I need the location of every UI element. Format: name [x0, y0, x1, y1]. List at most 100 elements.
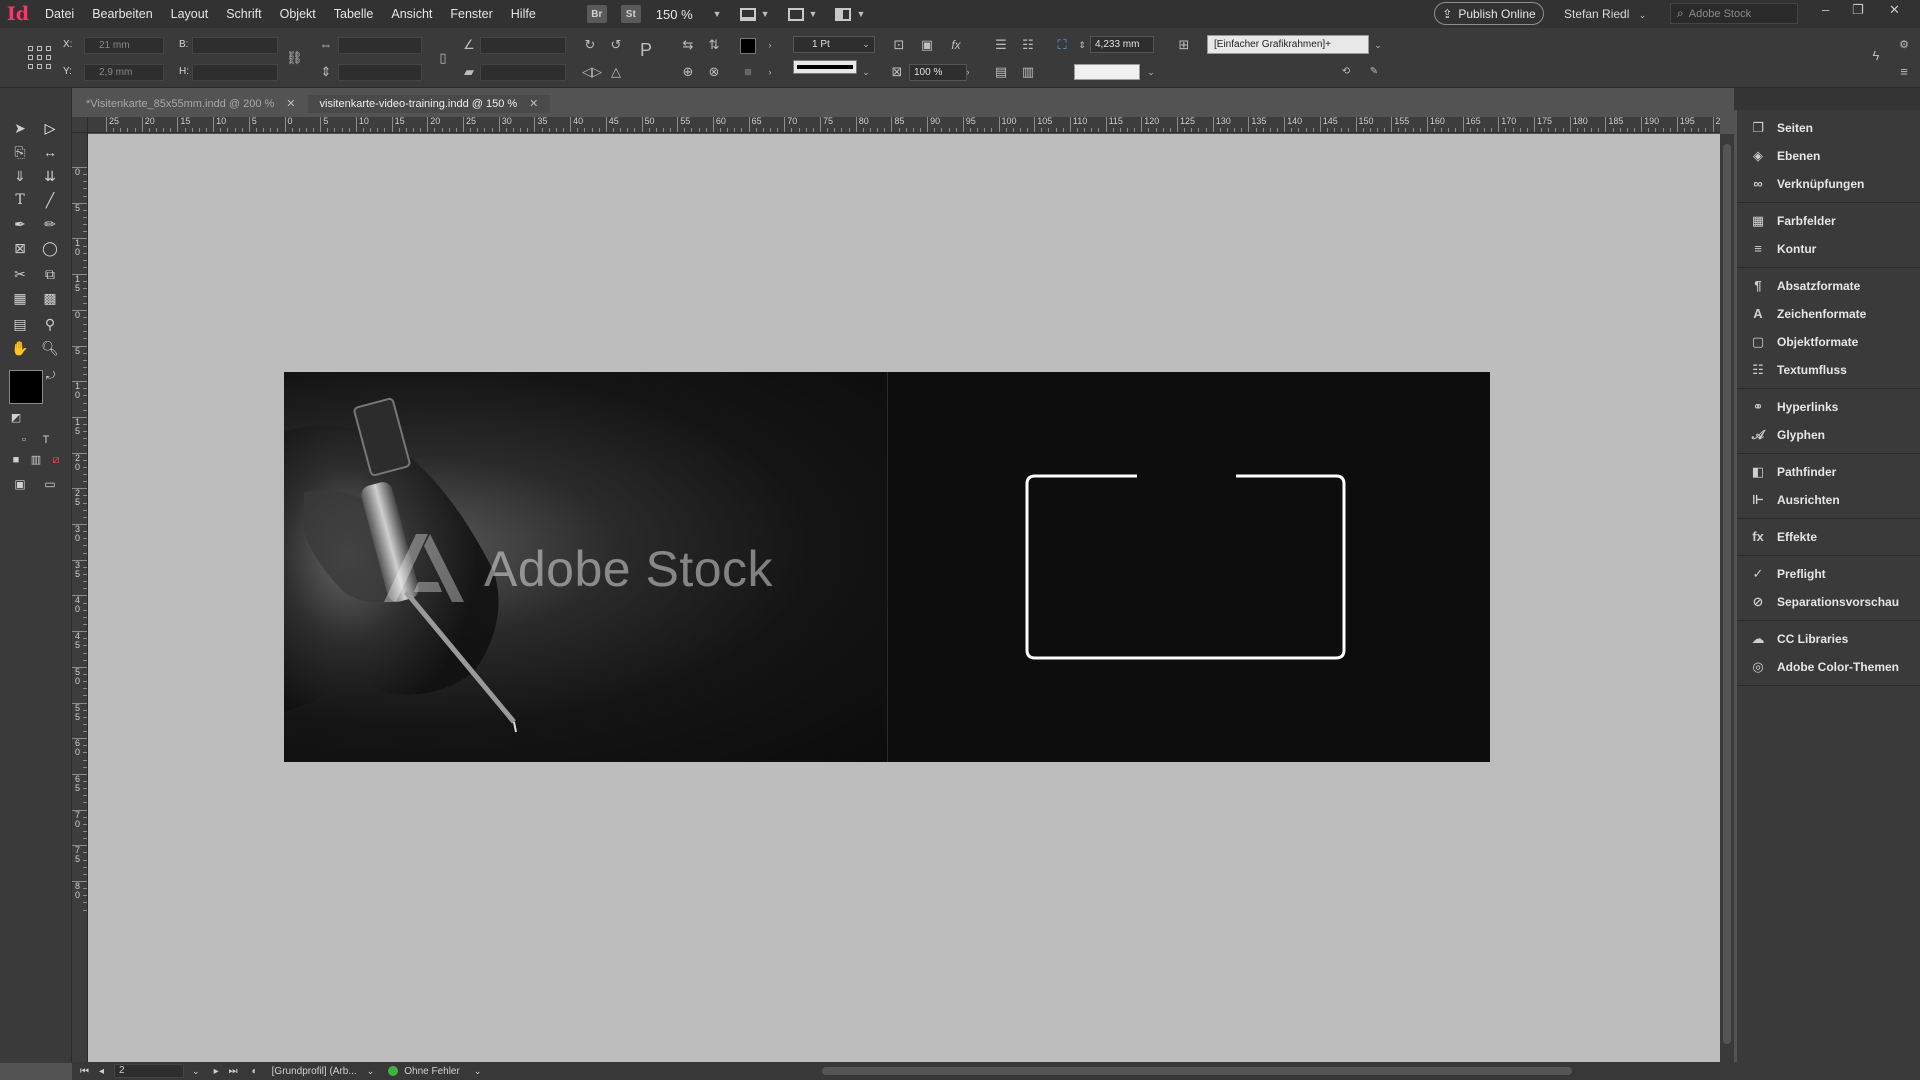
chevron-down-icon[interactable]: ⌄	[192, 1066, 200, 1077]
user-account-menu[interactable]: Stefan Riedl ⌄	[1564, 0, 1646, 29]
fit-frame-icon[interactable]: ⊡	[891, 37, 907, 53]
gap-field[interactable]: 4,233 mm	[1090, 36, 1154, 53]
page-tool-icon[interactable]: ⎘	[10, 142, 30, 162]
flip-h-icon[interactable]: ◁▷	[582, 64, 602, 80]
close-tab-icon[interactable]: ✕	[529, 95, 538, 113]
bridge-button[interactable]: Br	[586, 5, 607, 23]
select-content-icon[interactable]: ⊗	[706, 64, 722, 80]
panel-effekte[interactable]: fx Effekte	[1737, 523, 1920, 551]
menu-layout[interactable]: Layout	[162, 0, 218, 28]
constrain-proportions-icon[interactable]: ⛓	[286, 50, 303, 66]
object-style-dropdown[interactable]: [Einfacher Grafikrahmen]+	[1207, 35, 1369, 54]
settings-icon[interactable]: ⚙	[1896, 37, 1912, 53]
flip-v-icon[interactable]: △	[608, 64, 624, 80]
align-top-icon[interactable]: ▤	[993, 64, 1009, 80]
apply-gradient-icon[interactable]: ▥	[26, 450, 46, 470]
rotation-field[interactable]	[480, 37, 566, 54]
content-placer-icon[interactable]: ⇊	[40, 166, 60, 186]
text-wrap-box-icon[interactable]: ☷	[1020, 37, 1036, 53]
menu-tabelle[interactable]: Tabelle	[325, 0, 383, 28]
line-tool-icon[interactable]: ╱	[40, 190, 60, 210]
gradient-swatch-tool-icon[interactable]: ▦	[10, 288, 30, 308]
panel-preflight[interactable]: ✓ Preflight	[1737, 560, 1920, 588]
reference-point-selector[interactable]	[28, 46, 52, 70]
last-page-icon[interactable]: ⏭	[229, 1066, 238, 1077]
rotate-cw-icon[interactable]: ↻	[582, 37, 598, 53]
panel-farbfelder[interactable]: ▦ Farbfelder	[1737, 207, 1920, 235]
flip-vertical-icon[interactable]: ⇅	[706, 37, 722, 53]
ref-point[interactable]	[37, 64, 42, 69]
panel-glyphen[interactable]: 𝒜 Glyphen	[1737, 421, 1920, 449]
ref-point[interactable]	[46, 55, 51, 60]
horizontal-scrollbar[interactable]	[822, 1067, 1572, 1075]
swap-fill-stroke-icon[interactable]: ⤾	[46, 370, 55, 383]
fill-color-swatch[interactable]	[740, 38, 756, 54]
close-window-button[interactable]: ✕	[1889, 0, 1900, 20]
free-transform-tool-icon[interactable]: ⧉	[40, 264, 60, 284]
chevron-right-icon[interactable]: ›	[762, 37, 778, 53]
stepper-icon[interactable]: ⇕	[1074, 37, 1090, 53]
fill-swatch[interactable]	[9, 370, 43, 404]
direct-selection-tool-icon[interactable]: ▷	[40, 118, 60, 138]
eyedropper-tool-icon[interactable]: ⚲	[40, 314, 60, 334]
zoom-tool-icon[interactable]: 🔍︎	[40, 338, 60, 358]
panel-seiten[interactable]: ❐ Seiten	[1737, 114, 1920, 142]
panel-absatzformate[interactable]: ¶ Absatzformate	[1737, 272, 1920, 300]
pen-tool-icon[interactable]: ✒	[10, 214, 30, 234]
panel-verknüpfungen[interactable]: ∞ Verknüpfungen	[1737, 170, 1920, 198]
next-page-icon[interactable]: ▸	[214, 1066, 219, 1077]
previous-page-icon[interactable]: ◂	[99, 1066, 104, 1077]
gap-tool-icon[interactable]: ↔	[40, 142, 60, 162]
constrain-scale-icon[interactable]: ▯	[435, 50, 451, 66]
note-tool-icon[interactable]: ▤	[10, 314, 30, 334]
vertical-scrollbar[interactable]	[1720, 134, 1734, 1062]
panel-cc-libraries[interactable]: ☁ CC Libraries	[1737, 625, 1920, 653]
business-card-spread[interactable]: Adobe Stock	[284, 372, 1490, 762]
formatting-text-icon[interactable]: T	[36, 430, 56, 450]
type-tool-icon[interactable]: T	[10, 190, 30, 210]
panel-separationsvorschau[interactable]: ⊘ Separationsvorschau	[1737, 588, 1920, 616]
panel-hyperlinks[interactable]: ⚭ Hyperlinks	[1737, 393, 1920, 421]
preflight-profile[interactable]: [Grundprofil] (Arb...	[272, 1066, 357, 1077]
page-number-field[interactable]: 2	[114, 1064, 185, 1078]
height-field[interactable]	[192, 64, 278, 81]
apply-none-icon[interactable]: ⧄	[46, 450, 66, 470]
scale-y-field[interactable]	[338, 64, 422, 81]
auto-fit-icon[interactable]: ⛶	[1054, 37, 1070, 53]
fx-icon[interactable]: fx	[948, 37, 964, 53]
first-page-icon[interactable]: ⏮	[80, 1066, 89, 1077]
adobe-stock-search-input[interactable]: ⌕ Adobe Stock	[1670, 3, 1798, 24]
tab-visitenkarte-video-training[interactable]: visitenkarte-video-training.indd @ 150 %…	[307, 95, 551, 113]
clear-overrides-icon[interactable]: ⟲	[1338, 64, 1354, 80]
ruler-origin[interactable]	[72, 117, 88, 133]
select-container-icon[interactable]: ⊕	[680, 64, 696, 80]
text-wrap-none-icon[interactable]: ☰	[993, 37, 1009, 53]
chevron-down-icon[interactable]: ⌄	[1370, 37, 1386, 53]
ref-point[interactable]	[46, 64, 51, 69]
gradient-feather-tool-icon[interactable]: ▩	[40, 288, 60, 308]
panel-dock-header[interactable]	[1734, 88, 1920, 110]
opacity-field[interactable]: 100 %	[909, 64, 967, 81]
fill-stroke-swatches[interactable]	[9, 370, 47, 408]
stroke-color-swatch[interactable]: ■	[740, 64, 756, 80]
menu-fenster[interactable]: Fenster	[441, 0, 501, 28]
restore-button[interactable]: ❐	[1852, 0, 1864, 20]
menu-bearbeiten[interactable]: Bearbeiten	[83, 0, 161, 28]
scale-x-field[interactable]	[338, 37, 422, 54]
menu-hilfe[interactable]: Hilfe	[502, 0, 545, 28]
ref-point[interactable]	[46, 46, 51, 51]
panel-adobe-color-themen[interactable]: ◎ Adobe Color-Themen	[1737, 653, 1920, 681]
formatting-container-icon[interactable]: ▫	[14, 430, 34, 450]
chevron-right-icon[interactable]: ›	[762, 64, 778, 80]
chevron-down-icon[interactable]: ⌄	[1143, 64, 1159, 80]
x-position-field[interactable]: 21 mm	[84, 37, 164, 54]
chevron-down-icon[interactable]: ⌄	[858, 36, 874, 52]
stroke-type-dropdown[interactable]	[793, 60, 857, 74]
chevron-right-icon[interactable]: ›	[960, 64, 976, 80]
minimize-button[interactable]: –	[1822, 0, 1829, 20]
arrange-documents-button[interactable]: ▼	[835, 7, 865, 21]
y-position-field[interactable]: 2,9 mm	[84, 64, 164, 81]
ref-point[interactable]	[37, 55, 42, 60]
selection-tool-icon[interactable]: ➤	[10, 118, 30, 138]
ellipse-tool-icon[interactable]: ◯	[40, 238, 60, 258]
